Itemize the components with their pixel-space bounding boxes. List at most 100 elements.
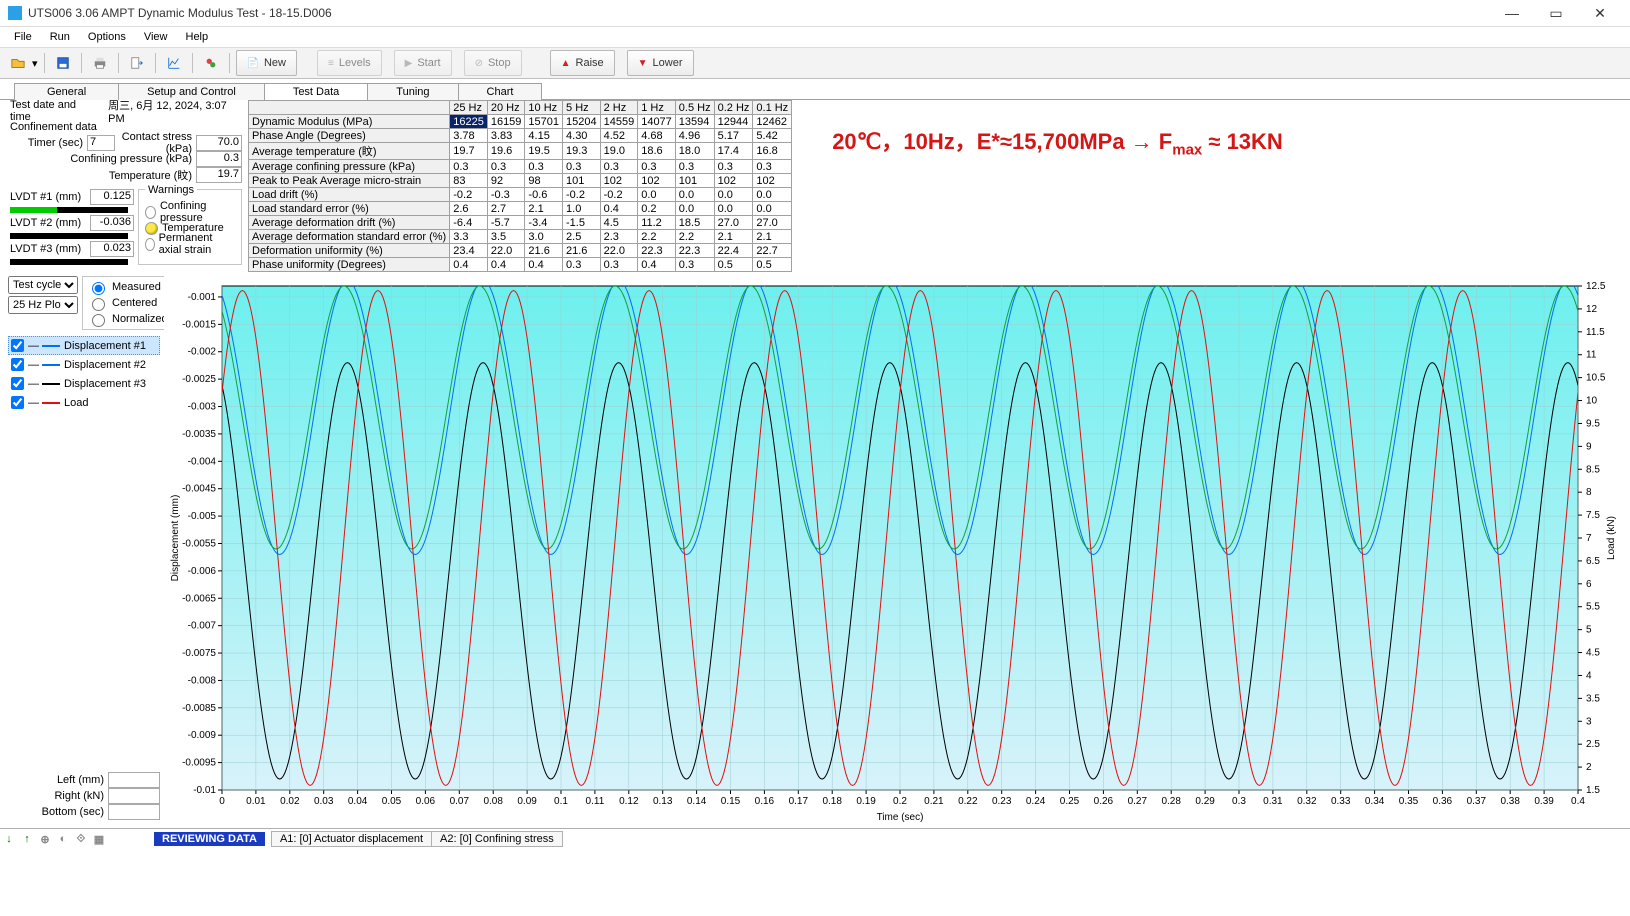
menu-run[interactable]: Run xyxy=(42,29,78,45)
legend-item-displacement-3[interactable]: —Displacement #3 xyxy=(8,374,160,393)
open-icon[interactable] xyxy=(6,51,30,75)
tab-setup-and-control[interactable]: Setup and Control xyxy=(118,83,265,100)
status-icon-6[interactable]: ▦ xyxy=(90,830,108,848)
table-cell: 2.1 xyxy=(714,230,753,244)
legend-swatch-icon xyxy=(42,364,60,366)
plots-select[interactable]: 25 Hz Plots xyxy=(8,296,78,314)
table-cell: 12462 xyxy=(753,115,792,129)
svg-text:0.24: 0.24 xyxy=(1026,796,1046,807)
svg-text:-0.01: -0.01 xyxy=(193,785,216,796)
print-icon[interactable] xyxy=(88,51,112,75)
close-button[interactable]: ✕ xyxy=(1578,0,1622,26)
legend-item-displacement-2[interactable]: —Displacement #2 xyxy=(8,355,160,374)
table-cell: 0.4 xyxy=(525,258,563,272)
tab-general[interactable]: General xyxy=(14,83,119,100)
svg-text:0.14: 0.14 xyxy=(687,796,707,807)
svg-text:-0.0085: -0.0085 xyxy=(182,703,216,714)
svg-text:0.32: 0.32 xyxy=(1297,796,1317,807)
table-cell: 22.0 xyxy=(487,244,525,258)
start-button[interactable]: ▶Start xyxy=(394,50,452,76)
stat-value xyxy=(108,772,160,788)
table-cell: 0.5 xyxy=(753,258,792,272)
lower-button[interactable]: ▼Lower xyxy=(627,50,694,76)
maximize-button[interactable]: ▭ xyxy=(1534,0,1578,26)
svg-text:0.25: 0.25 xyxy=(1060,796,1080,807)
status-tab-a1[interactable]: A1: [0] Actuator displacement xyxy=(271,831,432,847)
new-button[interactable]: 📄New xyxy=(236,50,297,76)
svg-text:5.5: 5.5 xyxy=(1586,602,1600,613)
contact-stress-value: 70.0 xyxy=(196,135,242,151)
warning-confining-pressure[interactable]: Confining pressure xyxy=(145,204,235,220)
table-cell: 16159 xyxy=(487,115,525,129)
menu-file[interactable]: File xyxy=(6,29,40,45)
status-tab-a2[interactable]: A2: [0] Confining stress xyxy=(431,831,563,847)
legend-item-load[interactable]: —Load xyxy=(8,393,160,412)
tab-test-data[interactable]: Test Data xyxy=(264,83,368,100)
svg-text:0.33: 0.33 xyxy=(1331,796,1351,807)
table-cell: 15701 xyxy=(525,115,563,129)
table-header: 10 Hz xyxy=(525,101,563,115)
status-icon-2[interactable]: ↑ xyxy=(18,830,36,848)
menu-options[interactable]: Options xyxy=(80,29,134,45)
warning-permanent-axial-strain[interactable]: Permanent axial strain xyxy=(145,236,235,252)
lvdt-2-value: -0.036 xyxy=(90,215,134,231)
svg-text:-0.0035: -0.0035 xyxy=(182,429,216,440)
table-cell: 0.5 xyxy=(714,258,753,272)
menu-view[interactable]: View xyxy=(136,29,176,45)
table-cell: 4.52 xyxy=(600,129,638,143)
table-cell: -0.3 xyxy=(487,188,525,202)
svg-text:-0.0055: -0.0055 xyxy=(182,538,216,549)
tab-tuning[interactable]: Tuning xyxy=(367,83,458,100)
svg-text:-0.004: -0.004 xyxy=(188,456,217,467)
status-icon-4[interactable]: ◐ xyxy=(54,830,72,848)
table-cell: 16225 xyxy=(450,115,488,129)
svg-text:0.38: 0.38 xyxy=(1500,796,1520,807)
display-mode-measured[interactable]: Measured xyxy=(87,279,168,295)
lvdt-2-meter xyxy=(10,233,128,239)
radio-dot-icon xyxy=(145,238,155,251)
chart-icon[interactable] xyxy=(162,51,186,75)
status-icon-3[interactable]: ⊕ xyxy=(36,830,54,848)
levels-button[interactable]: ≡Levels xyxy=(317,50,382,76)
stat-value xyxy=(108,788,160,804)
status-icon-5[interactable]: ⟐ xyxy=(72,830,90,848)
settings-icon[interactable] xyxy=(199,51,223,75)
arrow-up-icon: ▲ xyxy=(561,58,571,69)
table-cell: -3.4 xyxy=(525,216,563,230)
legend-list: —Displacement #1—Displacement #2—Displac… xyxy=(8,336,160,412)
table-cell: 2.2 xyxy=(675,230,714,244)
display-mode-centered[interactable]: Centered xyxy=(87,295,168,311)
raise-button[interactable]: ▲Raise xyxy=(550,50,615,76)
stop-button[interactable]: ⊘Stop xyxy=(464,50,522,76)
save-icon[interactable] xyxy=(51,51,75,75)
svg-text:0: 0 xyxy=(219,796,225,807)
chart-panel: Test cycles 25 Hz Plots MeasuredCentered… xyxy=(0,272,1630,828)
svg-text:9.5: 9.5 xyxy=(1586,418,1600,429)
table-cell: 21.6 xyxy=(525,244,563,258)
svg-text:0.29: 0.29 xyxy=(1195,796,1215,807)
display-mode-normalized[interactable]: Normalized xyxy=(87,311,168,327)
svg-text:-0.002: -0.002 xyxy=(188,347,217,358)
table-row-label: Peak to Peak Average micro-strain xyxy=(249,174,450,188)
status-bar: ↓ ↑ ⊕ ◐ ⟐ ▦ REVIEWING DATA A1: [0] Actua… xyxy=(0,828,1630,849)
table-cell: 19.0 xyxy=(600,143,638,160)
table-cell: 0.3 xyxy=(525,160,563,174)
legend-item-displacement-1[interactable]: —Displacement #1 xyxy=(8,336,160,355)
display-mode-group: MeasuredCenteredNormalized xyxy=(82,276,173,330)
svg-text:5: 5 xyxy=(1586,625,1592,636)
lvdt-3-meter xyxy=(10,259,128,265)
table-cell: 12944 xyxy=(714,115,753,129)
menu-help[interactable]: Help xyxy=(178,29,217,45)
lvdt-3-label: LVDT #3 (mm) xyxy=(10,243,82,255)
table-cell: 102 xyxy=(638,174,676,188)
svg-text:0.39: 0.39 xyxy=(1534,796,1554,807)
tab-chart[interactable]: Chart xyxy=(458,83,543,100)
svg-text:4.5: 4.5 xyxy=(1586,648,1600,659)
minimize-button[interactable]: — xyxy=(1490,0,1534,26)
waveform-chart: 00.010.020.030.040.050.060.070.080.090.1… xyxy=(164,276,1624,824)
table-cell: -0.6 xyxy=(525,188,563,202)
status-icon-1[interactable]: ↓ xyxy=(0,830,18,848)
test-cycles-select[interactable]: Test cycles xyxy=(8,276,78,294)
chart-area: 00.010.020.030.040.050.060.070.080.090.1… xyxy=(164,272,1630,828)
export-icon[interactable] xyxy=(125,51,149,75)
